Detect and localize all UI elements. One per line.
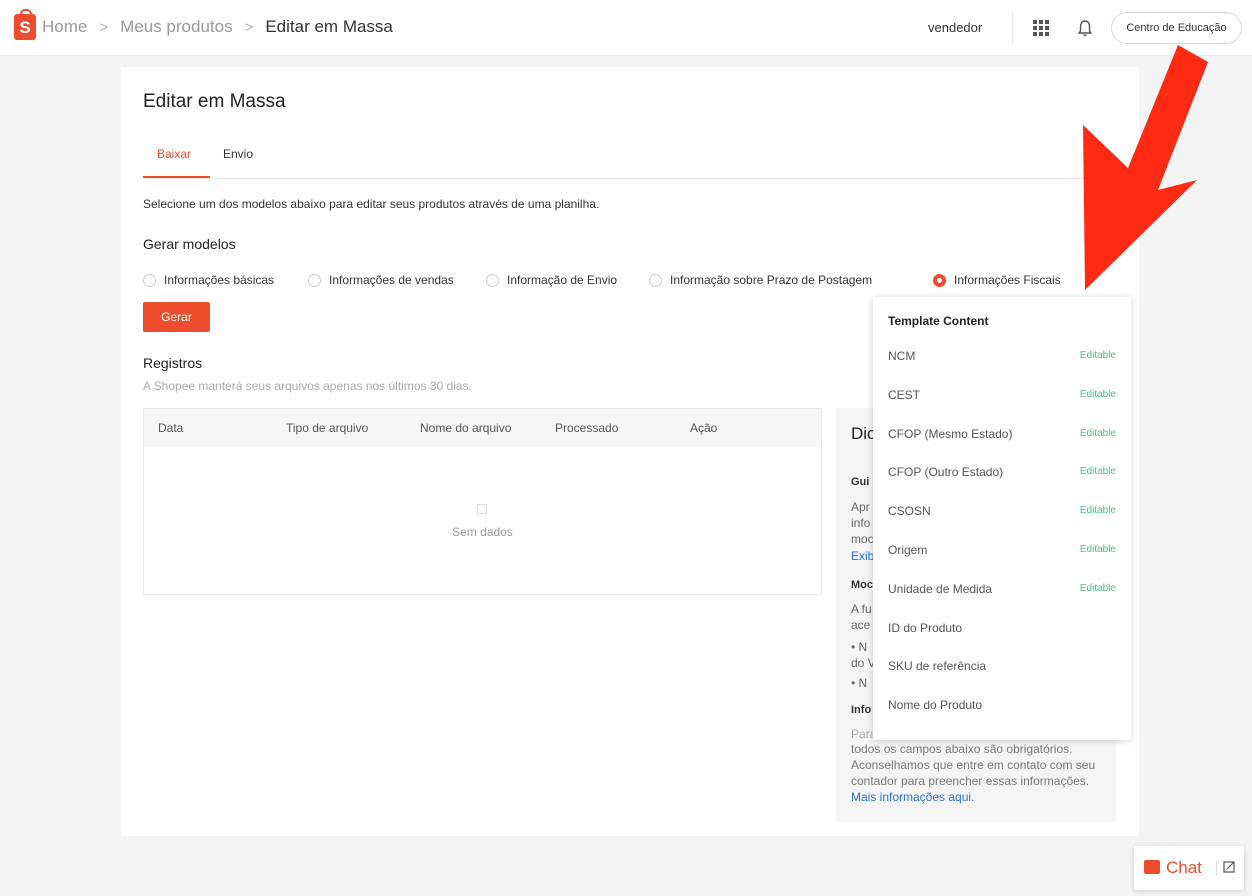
bell-icon[interactable] (1077, 19, 1093, 37)
annotation-arrow (1083, 45, 1208, 290)
list-item: CFOP (Outro Estado) Editable (888, 462, 1116, 482)
guide-link[interactable]: Exib (851, 549, 874, 563)
radio-label: Informações de vendas (329, 273, 454, 287)
editable-badge: Editable (1079, 466, 1116, 477)
editable-badge: Editable (1079, 350, 1116, 361)
column-file-name: Nome do arquivo (420, 421, 512, 435)
radio-label: Informações Fiscais (954, 273, 1061, 287)
apps-grid-icon[interactable] (1033, 20, 1049, 36)
divider (1012, 12, 1013, 44)
radio-fiscal-info[interactable]: Informações Fiscais (933, 273, 1061, 287)
more-info-link[interactable]: Mais informações aqui. (851, 790, 974, 804)
generate-button[interactable]: Gerar (143, 302, 210, 332)
radio-button[interactable] (649, 273, 662, 287)
top-bar: S Home > Meus produtos > Editar em Massa… (0, 0, 1252, 56)
generate-section-title: Gerar modelos (143, 236, 236, 252)
radio-shipping-info[interactable]: Informação de Envio (486, 273, 617, 287)
editable-badge: Editable (1079, 583, 1116, 594)
list-item: Origem Editable (888, 540, 1116, 560)
tab-download[interactable]: Baixar (157, 147, 191, 161)
breadcrumb-current: Editar em Massa (265, 17, 393, 36)
field-label: SKU de referência (888, 659, 987, 673)
radio-button[interactable] (143, 273, 156, 287)
page-description: Selecione um dos modelos abaixo para edi… (143, 197, 600, 211)
divider (1216, 860, 1217, 876)
radio-dispatch-time-info[interactable]: Informação sobre Prazo de Postagem (649, 273, 872, 287)
empty-data-icon (477, 504, 487, 514)
radio-basic-info[interactable]: Informações básicas (143, 273, 274, 287)
field-label: NCM (888, 349, 916, 363)
chevron-right-icon: > (244, 18, 254, 36)
shopee-bag-icon[interactable]: S (14, 9, 36, 40)
breadcrumb: Home > Meus produtos > Editar em Massa (42, 17, 393, 37)
field-label: CSOSN (888, 504, 931, 518)
info-text: todos os campos abaixo são obrigatórios.… (851, 741, 1101, 805)
chat-label: Chat (1166, 858, 1202, 877)
radio-button[interactable] (486, 273, 499, 287)
column-processed: Processado (555, 421, 619, 435)
active-tab-indicator (143, 176, 210, 178)
tabs: Baixar Envio (143, 137, 1117, 179)
table-header: Data Tipo de arquivo Nome do arquivo Pro… (144, 409, 821, 447)
side-panel-title: Dic (851, 424, 876, 443)
models-heading: Moc (851, 579, 873, 591)
field-label: Nome do Produto (888, 698, 983, 712)
radio-sales-info[interactable]: Informações de vendas (308, 273, 454, 287)
breadcrumb-my-products[interactable]: Meus produtos (120, 17, 232, 37)
field-label: CEST (888, 388, 921, 402)
list-item: CSOSN Editable (888, 501, 1116, 521)
radio-label: Informação sobre Prazo de Postagem (670, 273, 873, 287)
list-item: CFOP (Mesmo Estado) Editable (888, 424, 1116, 444)
field-label: Unidade de Medida (888, 582, 993, 596)
popover-title: Template Content (888, 314, 989, 328)
chevron-right-icon: > (99, 18, 109, 36)
template-radio-group: Informações básicas Informações de venda… (143, 273, 1103, 287)
editable-badge: Editable (1079, 544, 1116, 555)
editable-badge: Editable (1079, 389, 1116, 400)
tab-upload[interactable]: Envio (223, 147, 253, 161)
editable-badge: Editable (1079, 428, 1116, 439)
list-item: ID do Produto (888, 618, 1116, 638)
list-item: Unidade de Medida Editable (888, 579, 1116, 599)
records-title: Registros (143, 355, 203, 371)
column-action: Ação (690, 421, 718, 435)
breadcrumb-home[interactable]: Home (42, 17, 87, 37)
records-table: Data Tipo de arquivo Nome do arquivo Pro… (143, 408, 822, 595)
radio-button[interactable] (308, 273, 321, 287)
column-file-type: Tipo de arquivo (286, 421, 369, 435)
chat-widget[interactable]: Chat (1134, 846, 1244, 890)
radio-label: Informações básicas (164, 273, 275, 287)
field-label: Origem (888, 543, 928, 557)
template-content-popover: Template Content NCM Editable CEST Editabl… (873, 297, 1131, 740)
info-text-body: todos os campos abaixo são obrigatórios.… (851, 742, 1096, 788)
chat-icon (1144, 860, 1160, 874)
empty-state-text: Sem dados (452, 525, 513, 539)
guide-heading: Gui (851, 476, 870, 488)
column-date: Data (158, 421, 184, 435)
field-label: CFOP (Mesmo Estado) (888, 427, 1013, 441)
records-note: A Shopee manterá seus arquivos apenas no… (143, 379, 472, 393)
page-title: Editar em Massa (143, 91, 286, 112)
minimize-icon[interactable] (1223, 861, 1235, 873)
radio-button-selected[interactable] (933, 273, 946, 287)
radio-label: Informação de Envio (507, 273, 618, 287)
field-label: ID do Produto (888, 621, 963, 635)
seller-name[interactable]: vendedor (928, 20, 982, 35)
list-item: NCM Editable (888, 346, 1116, 366)
field-label: CFOP (Outro Estado) (888, 465, 1004, 479)
list-item: Nome do Produto (888, 695, 1116, 715)
list-item: CEST Editable (888, 385, 1116, 405)
list-item: SKU de referência (888, 656, 1116, 676)
info-heading: Info (851, 704, 872, 716)
editable-badge: Editable (1079, 505, 1116, 516)
